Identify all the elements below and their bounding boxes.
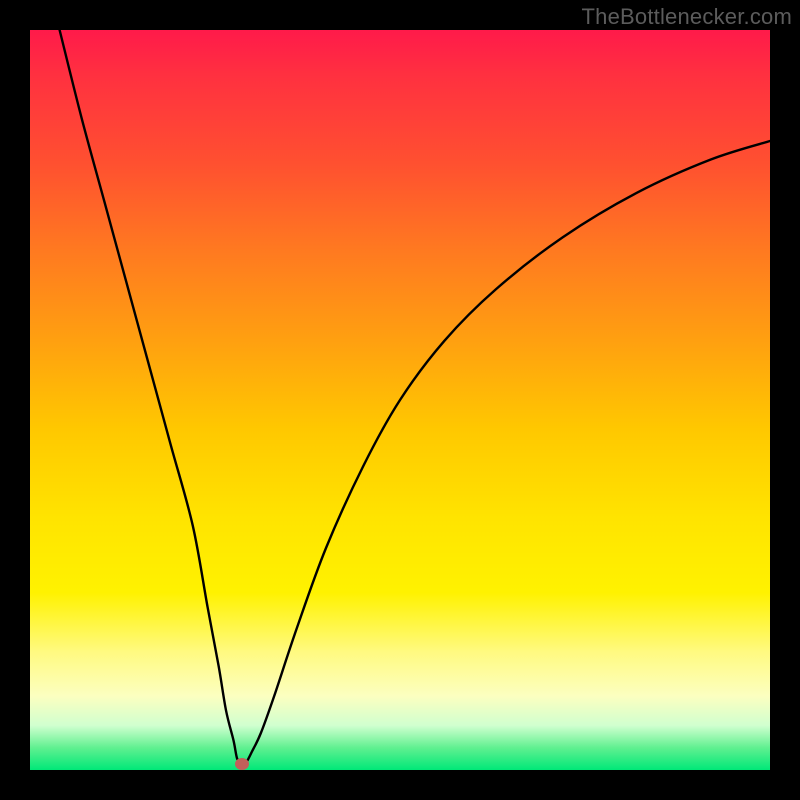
attribution-text: TheBottlenecker.com	[582, 4, 792, 30]
chart-frame: TheBottlenecker.com	[0, 0, 800, 800]
curve-layer	[30, 30, 770, 770]
optimum-marker	[235, 758, 249, 770]
bottleneck-curve	[60, 30, 770, 764]
